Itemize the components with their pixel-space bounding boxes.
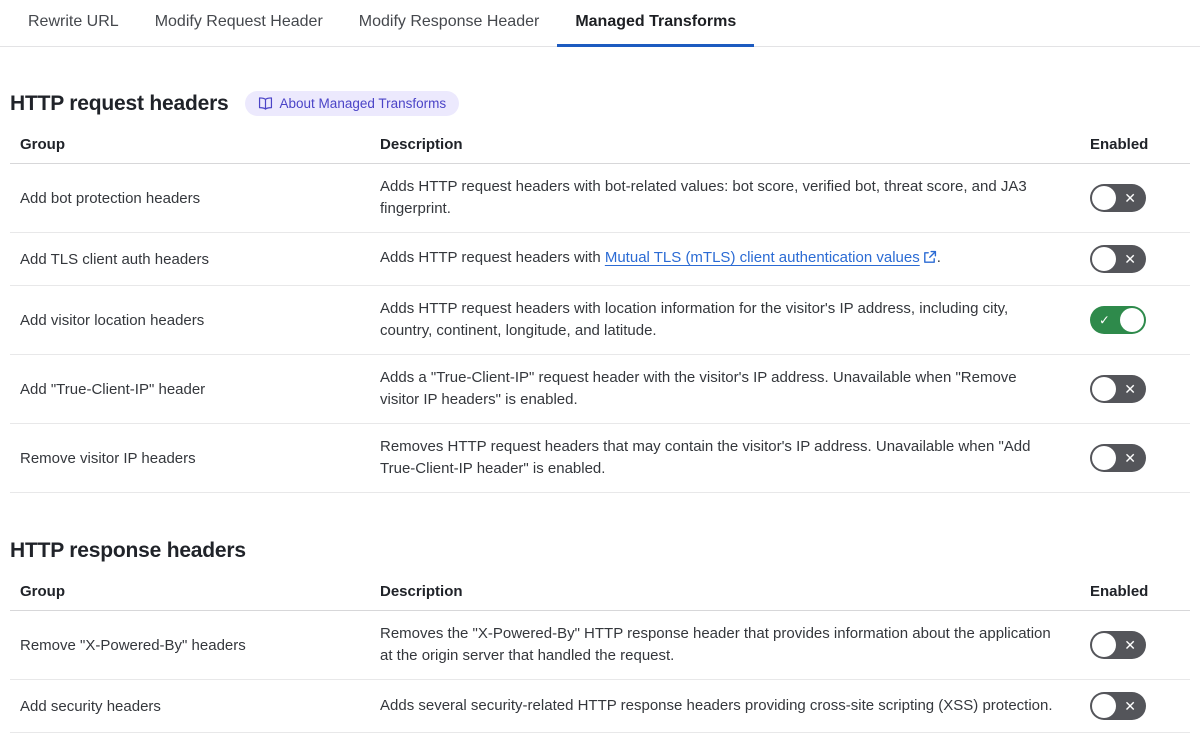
tab-managed-transforms[interactable]: Managed Transforms bbox=[557, 0, 755, 47]
group-cell: Add "True-Client-IP" header bbox=[20, 380, 206, 398]
badge-label: About Managed Transforms bbox=[279, 96, 447, 111]
group-cell: Add visitor location headers bbox=[20, 311, 205, 329]
table-row: Remove visitor IP headers Removes HTTP r… bbox=[10, 424, 1190, 493]
tab-modify-response-header[interactable]: Modify Response Header bbox=[341, 0, 558, 47]
column-header-description: Description bbox=[380, 583, 463, 600]
cross-icon: ✕ bbox=[1124, 190, 1136, 206]
toggle-add-true-client-ip-header[interactable]: ✓ ✕ bbox=[1090, 375, 1146, 403]
book-icon bbox=[258, 97, 273, 110]
description-cell: Removes the "X-Powered-By" HTTP response… bbox=[380, 625, 1051, 664]
group-cell: Add bot protection headers bbox=[20, 189, 201, 207]
response-headers-title: HTTP response headers bbox=[10, 539, 246, 562]
column-header-description: Description bbox=[380, 136, 463, 153]
toggle-knob bbox=[1092, 446, 1116, 470]
external-link-icon bbox=[923, 249, 937, 271]
group-cell: Add security headers bbox=[20, 697, 161, 715]
cross-icon: ✕ bbox=[1124, 450, 1136, 466]
table-row: Add bot protection headers Adds HTTP req… bbox=[10, 164, 1190, 233]
mtls-docs-link[interactable]: Mutual TLS (mTLS) client authentication … bbox=[605, 249, 920, 266]
cross-icon: ✕ bbox=[1124, 381, 1136, 397]
table-row: Remove "X-Powered-By" headers Removes th… bbox=[10, 611, 1190, 680]
toggle-knob bbox=[1092, 694, 1116, 718]
toggle-remove-visitor-ip-headers[interactable]: ✓ ✕ bbox=[1090, 444, 1146, 472]
column-header-group: Group bbox=[20, 136, 65, 153]
column-header-enabled: Enabled bbox=[1090, 136, 1149, 153]
tab-modify-request-header[interactable]: Modify Request Header bbox=[137, 0, 341, 47]
toggle-knob bbox=[1092, 186, 1116, 210]
toggle-knob bbox=[1092, 633, 1116, 657]
check-icon: ✓ bbox=[1099, 312, 1110, 328]
description-cell: Adds several security-related HTTP respo… bbox=[380, 697, 1053, 714]
group-cell: Remove visitor IP headers bbox=[20, 449, 196, 467]
toggle-add-tls-client-auth-headers[interactable]: ✓ ✕ bbox=[1090, 245, 1146, 273]
toggle-knob bbox=[1120, 308, 1144, 332]
transform-rules-tabbar: Rewrite URL Modify Request Header Modify… bbox=[0, 0, 1200, 47]
tab-rewrite-url[interactable]: Rewrite URL bbox=[10, 0, 137, 47]
request-headers-title: HTTP request headers bbox=[10, 91, 229, 115]
description-text: . bbox=[936, 249, 941, 266]
table-row: Add TLS client auth headers Adds HTTP re… bbox=[10, 233, 1190, 286]
about-managed-transforms-badge[interactable]: About Managed Transforms bbox=[244, 91, 460, 116]
description-cell: Adds HTTP request headers with Mutual TL… bbox=[380, 247, 1070, 271]
table-row: Add security headers Adds several securi… bbox=[10, 680, 1190, 733]
group-cell: Remove "X-Powered-By" headers bbox=[20, 636, 246, 654]
table-header-row: Group Description Enabled bbox=[10, 579, 1190, 611]
cross-icon: ✕ bbox=[1124, 251, 1136, 267]
toggle-knob bbox=[1092, 247, 1116, 271]
description-cell: Adds HTTP request headers with location … bbox=[380, 300, 1009, 339]
description-cell: Adds HTTP request headers with bot-relat… bbox=[380, 178, 1027, 217]
toggle-knob bbox=[1092, 377, 1116, 401]
cross-icon: ✕ bbox=[1124, 698, 1136, 714]
table-row: Add visitor location headers Adds HTTP r… bbox=[10, 286, 1190, 355]
group-cell: Add TLS client auth headers bbox=[20, 250, 210, 268]
cross-icon: ✕ bbox=[1124, 637, 1136, 653]
toggle-add-visitor-location-headers[interactable]: ✓ ✕ bbox=[1090, 306, 1146, 334]
column-header-group: Group bbox=[20, 583, 65, 600]
response-headers-table: Group Description Enabled Remove "X-Powe… bbox=[10, 579, 1190, 733]
table-row: Add "True-Client-IP" header Adds a "True… bbox=[10, 355, 1190, 424]
toggle-add-security-headers[interactable]: ✓ ✕ bbox=[1090, 692, 1146, 720]
description-text: Adds HTTP request headers with bbox=[380, 249, 605, 266]
description-cell: Removes HTTP request headers that may co… bbox=[380, 438, 1031, 477]
toggle-remove-x-powered-by-headers[interactable]: ✓ ✕ bbox=[1090, 631, 1146, 659]
description-cell: Adds a "True-Client-IP" request header w… bbox=[380, 369, 1017, 408]
toggle-add-bot-protection-headers[interactable]: ✓ ✕ bbox=[1090, 184, 1146, 212]
column-header-enabled: Enabled bbox=[1090, 583, 1149, 600]
request-headers-table: Group Description Enabled Add bot protec… bbox=[10, 132, 1190, 493]
table-header-row: Group Description Enabled bbox=[10, 132, 1190, 164]
